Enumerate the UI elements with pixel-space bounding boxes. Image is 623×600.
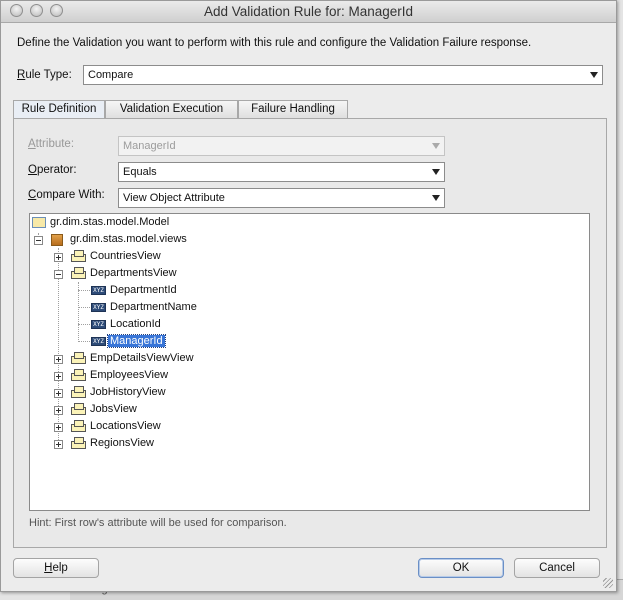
view-object-icon <box>71 250 87 262</box>
title-bar: Add Validation Rule for: ManagerId <box>1 1 616 23</box>
expand-toggle[interactable] <box>54 423 63 432</box>
view-object-icon <box>71 437 87 449</box>
collapse-toggle[interactable] <box>54 270 63 279</box>
compare-with-select[interactable]: View Object Attribute <box>118 188 445 208</box>
attribute-icon: XYZ <box>91 286 106 295</box>
window-title: Add Validation Rule for: ManagerId <box>203 4 414 19</box>
tree-node-jobs-view[interactable]: JobsView <box>30 402 230 418</box>
tree-node-label: LocationsView <box>90 420 161 432</box>
tab-failure-handling[interactable]: Failure Handling <box>238 100 348 119</box>
chevron-down-icon <box>590 72 598 78</box>
chevron-down-icon <box>432 195 440 201</box>
tree-node-countries-view[interactable]: CountriesView <box>30 249 230 265</box>
tree-node-label: EmployeesView <box>90 369 169 381</box>
help-button[interactable]: Help <box>13 558 99 578</box>
rule-type-label: Rule Type: <box>17 69 72 81</box>
chevron-down-icon <box>432 169 440 175</box>
cancel-button[interactable]: Cancel <box>514 558 600 578</box>
tree-node-department-name[interactable]: XYZ DepartmentName <box>30 300 230 316</box>
view-object-icon <box>71 420 87 432</box>
view-object-tree[interactable]: gr.dim.stas.model.Model gr.dim.stas.mode… <box>29 213 590 511</box>
expand-toggle[interactable] <box>54 372 63 381</box>
view-object-icon <box>71 267 87 279</box>
operator-select[interactable]: Equals <box>118 162 445 182</box>
tree-node-location-id[interactable]: XYZ LocationId <box>30 317 230 333</box>
tree-node-label: RegionsView <box>90 437 155 449</box>
expand-toggle[interactable] <box>54 406 63 415</box>
dialog-window: Add Validation Rule for: ManagerId Defin… <box>0 0 617 592</box>
operator-value: Equals <box>123 166 157 178</box>
tree-node-label: DepartmentsView <box>90 267 177 279</box>
tree-node-regions-view[interactable]: RegionsView <box>30 436 230 452</box>
collapse-toggle[interactable] <box>34 236 43 245</box>
attribute-label: Attribute: <box>28 138 75 150</box>
compare-with-label: Compare With: <box>28 189 105 201</box>
tree-node-department-id[interactable]: XYZ DepartmentId <box>30 283 230 299</box>
compare-with-value: View Object Attribute <box>123 192 225 204</box>
tab-validation-execution[interactable]: Validation Execution <box>105 100 238 119</box>
attribute-select[interactable]: ManagerId <box>118 136 445 156</box>
tree-node-label: EmpDetailsViewView <box>90 352 194 364</box>
tree-node-departments-view[interactable]: DepartmentsView <box>30 266 230 282</box>
view-object-icon <box>71 386 87 398</box>
tab-rule-definition[interactable]: Rule Definition <box>13 100 105 120</box>
tree-node-label: JobHistoryView <box>90 386 166 398</box>
view-object-icon <box>71 369 87 381</box>
tree-node-label: ManagerId <box>107 334 166 348</box>
attribute-value: ManagerId <box>123 140 176 152</box>
hint-text: Hint: First row's attribute will be used… <box>29 517 287 529</box>
tree-node-root[interactable]: gr.dim.stas.model.Model <box>30 215 230 231</box>
intro-text: Define the Validation you want to perfor… <box>17 37 532 49</box>
tree-node-locations-view[interactable]: LocationsView <box>30 419 230 435</box>
tree-node-label: DepartmentName <box>110 301 197 313</box>
attribute-icon: XYZ <box>91 320 106 329</box>
tree-node-label: LocationId <box>110 318 161 330</box>
expand-toggle[interactable] <box>54 253 63 262</box>
tree-node-label: gr.dim.stas.model.Model <box>50 216 170 228</box>
folder-icon <box>32 217 46 228</box>
expand-toggle[interactable] <box>54 440 63 449</box>
tree-node-label: JobsView <box>90 403 137 415</box>
tree-node-empdetails-view[interactable]: EmpDetailsViewView <box>30 351 250 367</box>
view-object-icon <box>71 403 87 415</box>
resize-grip[interactable] <box>603 578 613 588</box>
tree-node-employees-view[interactable]: EmployeesView <box>30 368 230 384</box>
chevron-down-icon <box>432 143 440 149</box>
ok-button[interactable]: OK <box>418 558 504 578</box>
package-icon <box>51 234 63 246</box>
tree-node-label: gr.dim.stas.model.views <box>70 233 187 245</box>
attribute-icon: XYZ <box>91 303 106 312</box>
tree-node-label: DepartmentId <box>110 284 177 296</box>
operator-label: Operator: <box>28 164 77 176</box>
view-object-icon <box>71 352 87 364</box>
expand-toggle[interactable] <box>54 389 63 398</box>
tree-node-jobhistory-view[interactable]: JobHistoryView <box>30 385 230 401</box>
tree-node-label: CountriesView <box>90 250 161 262</box>
tree-node-manager-id[interactable]: XYZ ManagerId <box>30 334 230 350</box>
rule-type-select[interactable]: Compare <box>83 65 603 85</box>
tree-node-package[interactable]: gr.dim.stas.model.views <box>30 232 250 248</box>
rule-type-value: Compare <box>88 69 134 81</box>
attribute-icon: XYZ <box>91 337 106 346</box>
expand-toggle[interactable] <box>54 355 63 364</box>
